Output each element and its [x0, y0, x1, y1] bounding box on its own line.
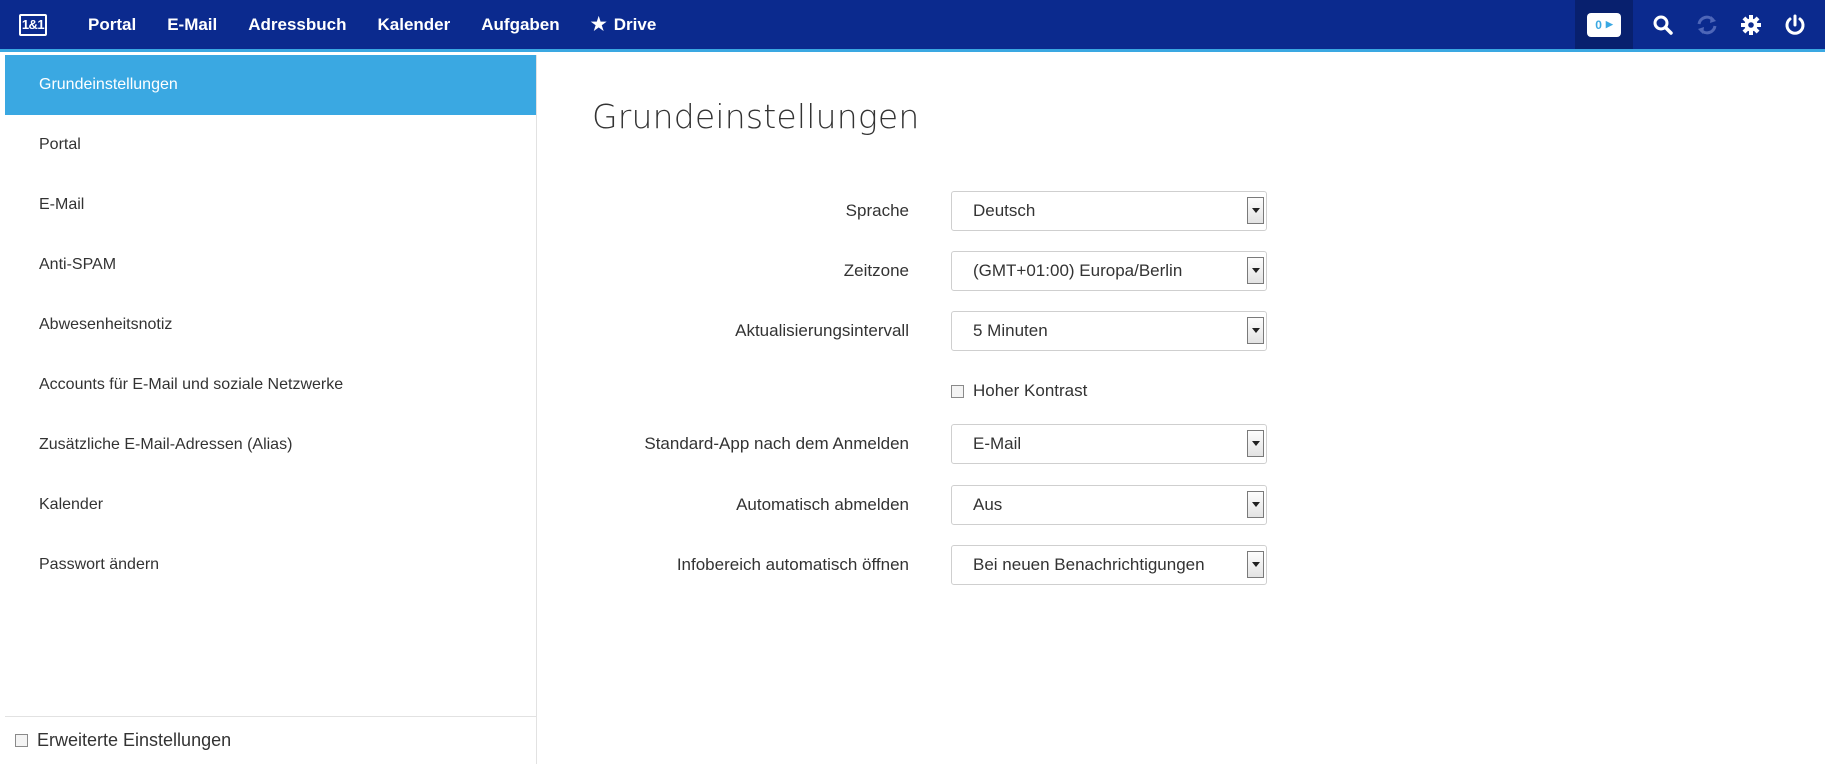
sidebar-item-label: Kalender	[39, 496, 104, 513]
sidebar-item-label: Accounts für E-Mail und soziale Netzwerk…	[39, 376, 344, 393]
chevron-down-icon	[1247, 430, 1264, 457]
sidebar-item-label: Grundeinstellungen	[39, 76, 178, 93]
page-title: Grundeinstellungen	[592, 97, 920, 136]
high-contrast-row: Hoher Kontrast	[951, 381, 1087, 401]
infobereich-label: Infobereich automatisch öffnen	[676, 555, 909, 574]
aktualisierungsintervall-value: 5 Minuten	[973, 321, 1048, 340]
sidebar-item-abwesenheitsnotiz[interactable]: Abwesenheitsnotiz	[5, 295, 536, 355]
search-icon[interactable]	[1641, 0, 1685, 49]
infobereich-value: Bei neuen Benachrichtigungen	[973, 555, 1205, 574]
star-icon: ★	[590, 14, 607, 34]
settings-sidebar: Grundeinstellungen Portal E-Mail Anti-SP…	[5, 55, 537, 764]
sidebar-item-alias[interactable]: Zusätzliche E-Mail-Adressen (Alias)	[5, 415, 536, 475]
nav-drive-label: Drive	[613, 15, 657, 34]
sidebar-item-portal[interactable]: Portal	[5, 115, 536, 175]
nav-email[interactable]: E-Mail	[167, 15, 217, 35]
sidebar-item-kalender[interactable]: Kalender	[5, 475, 536, 535]
sidebar-item-grundeinstellungen[interactable]: Grundeinstellungen	[5, 55, 536, 115]
high-contrast-label[interactable]: Hoher Kontrast	[973, 381, 1087, 401]
brand-logo[interactable]: 1&1	[19, 14, 47, 36]
nav-drive[interactable]: ★ Drive	[591, 14, 657, 35]
sprache-select[interactable]: Deutsch	[951, 191, 1267, 231]
automatisch-abmelden-select[interactable]: Aus	[951, 485, 1267, 525]
sidebar-item-passwort[interactable]: Passwort ändern	[5, 535, 536, 595]
high-contrast-checkbox[interactable]	[951, 384, 964, 398]
refresh-icon[interactable]	[1685, 0, 1729, 49]
chevron-down-icon	[1247, 551, 1264, 578]
nav-adressbuch[interactable]: Adressbuch	[248, 15, 346, 35]
sidebar-item-label: E-Mail	[39, 196, 85, 213]
sidebar-item-label: Portal	[39, 136, 81, 153]
notification-badge[interactable]: 0 ▶	[1587, 12, 1621, 37]
sidebar-item-email[interactable]: E-Mail	[5, 175, 536, 235]
chevron-down-icon	[1247, 257, 1264, 284]
nav-portal[interactable]: Portal	[88, 15, 136, 35]
gear-icon[interactable]	[1729, 0, 1773, 49]
aktualisierungsintervall-select[interactable]: 5 Minuten	[951, 311, 1267, 351]
automatisch-abmelden-label: Automatisch abmelden	[736, 495, 909, 514]
sprache-value: Deutsch	[973, 201, 1036, 220]
standard-app-label: Standard-App nach dem Anmelden	[644, 434, 909, 453]
aktualisierungsintervall-label: Aktualisierungsintervall	[735, 321, 909, 340]
notification-count: 0	[1595, 17, 1602, 32]
zeitzone-label: Zeitzone	[843, 261, 909, 280]
sprache-label: Sprache	[845, 201, 909, 220]
top-right-tools: 0 ▶	[1575, 0, 1825, 49]
zeitzone-select[interactable]: (GMT+01:00) Europa/Berlin	[951, 251, 1267, 291]
chevron-down-icon	[1247, 491, 1264, 518]
sidebar-item-label: Zusätzliche E-Mail-Adressen (Alias)	[39, 436, 293, 453]
caret-right-icon: ▶	[1605, 19, 1613, 29]
advanced-settings-row: Erweiterte Einstellungen	[5, 716, 536, 764]
advanced-settings-label[interactable]: Erweiterte Einstellungen	[37, 730, 231, 751]
advanced-settings-checkbox[interactable]	[15, 734, 28, 747]
nav-kalender[interactable]: Kalender	[378, 15, 451, 35]
standard-app-select[interactable]: E-Mail	[951, 424, 1267, 464]
nav-aufgaben[interactable]: Aufgaben	[481, 15, 559, 35]
sidebar-item-anti-spam[interactable]: Anti-SPAM	[5, 235, 536, 295]
sidebar-item-label: Abwesenheitsnotiz	[39, 316, 173, 333]
chevron-down-icon	[1247, 317, 1264, 344]
sidebar-item-accounts[interactable]: Accounts für E-Mail und soziale Netzwerk…	[5, 355, 536, 415]
power-icon[interactable]	[1773, 0, 1817, 49]
sidebar-item-label: Anti-SPAM	[39, 256, 117, 273]
notification-area[interactable]: 0 ▶	[1575, 0, 1633, 49]
chevron-down-icon	[1247, 197, 1264, 224]
sidebar-item-label: Passwort ändern	[39, 556, 160, 573]
zeitzone-value: (GMT+01:00) Europa/Berlin	[973, 261, 1183, 280]
standard-app-value: E-Mail	[973, 434, 1022, 453]
automatisch-abmelden-value: Aus	[973, 495, 1003, 514]
main-nav: Portal E-Mail Adressbuch Kalender Aufgab…	[88, 0, 687, 49]
infobereich-select[interactable]: Bei neuen Benachrichtigungen	[951, 545, 1267, 585]
top-navigation-bar: 1&1 Portal E-Mail Adressbuch Kalender Au…	[0, 0, 1825, 52]
